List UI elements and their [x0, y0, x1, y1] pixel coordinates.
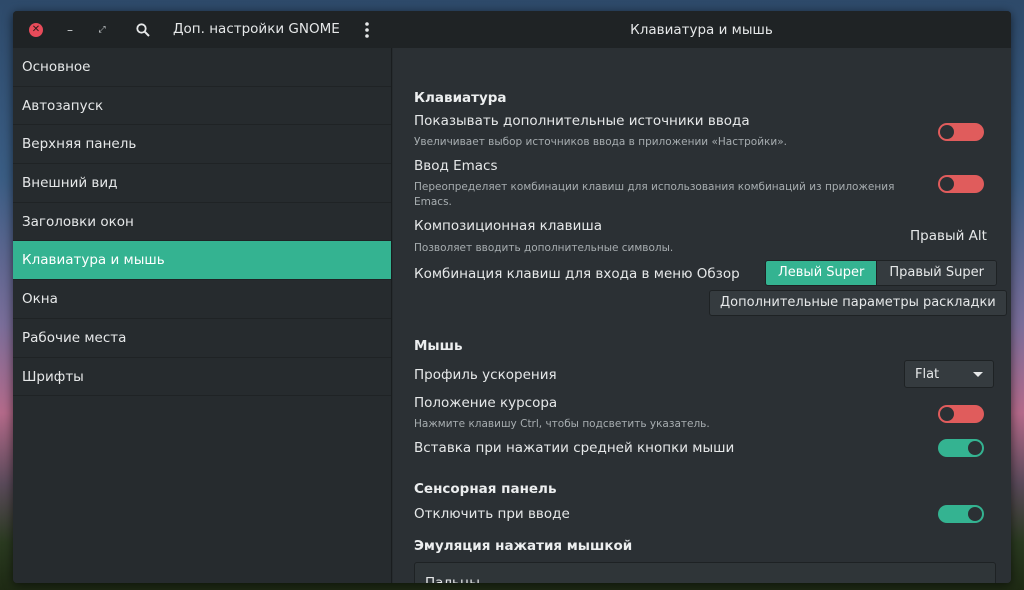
sidebar-item-windows[interactable]: Окна — [13, 280, 391, 319]
minimize-button[interactable]: – — [61, 11, 79, 48]
pointer-location-desc: Нажмите клавишу Ctrl, чтобы подсветить у… — [414, 418, 710, 430]
switch-knob — [940, 407, 954, 421]
sidebar-item-workspaces[interactable]: Рабочие места — [13, 319, 391, 358]
layout-options-button[interactable]: Дополнительные параметры раскладки — [709, 290, 1007, 316]
sidebar-header: ✕ – ⤢ Доп. настройки GNOME — [13, 11, 392, 48]
emacs-input-desc: Переопределяет комбинации клавиш для исп… — [414, 181, 895, 208]
overview-shortcut-group: Левый Super Правый Super — [765, 260, 997, 286]
pointer-location-label: Положение курсора — [414, 395, 558, 411]
click-emulation-fingers-option[interactable]: Пальцы — [415, 563, 995, 583]
sidebar: Основное Автозапуск Верхняя панель Внешн… — [13, 48, 392, 583]
touchpad-section-title: Сенсорная панель — [414, 481, 557, 497]
sidebar-item-window-titlebars[interactable]: Заголовки окон — [13, 203, 391, 242]
mouse-section-title: Мышь — [414, 338, 463, 354]
disable-while-typing-switch[interactable] — [938, 505, 984, 523]
extra-sources-label: Показывать дополнительные источники ввод… — [414, 113, 750, 129]
sidebar-item-keyboard-mouse[interactable]: Клавиатура и мышь — [13, 241, 391, 281]
page-title: Клавиатура и мышь — [630, 21, 773, 38]
sidebar-item-fonts[interactable]: Шрифты — [13, 358, 391, 397]
extra-sources-switch[interactable] — [938, 123, 984, 141]
switch-knob — [940, 177, 954, 191]
kebab-menu-icon — [365, 21, 369, 38]
switch-knob — [968, 441, 982, 455]
click-emulation-title: Эмуляция нажатия мышкой — [414, 538, 633, 554]
sidebar-item-appearance[interactable]: Внешний вид — [13, 164, 391, 203]
settings-panel: Клавиатура Показывать дополнительные ист… — [393, 48, 1011, 583]
close-icon: ✕ — [29, 22, 43, 37]
accel-profile-value: Flat — [915, 366, 940, 382]
pointer-location-switch[interactable] — [938, 405, 984, 423]
extra-sources-desc: Увеличивает выбор источников ввода в при… — [414, 136, 787, 148]
sidebar-item-top-bar[interactable]: Верхняя панель — [13, 125, 391, 165]
compose-key-desc: Позволяет вводить дополнительные символы… — [414, 242, 674, 254]
switch-knob — [940, 125, 954, 139]
close-button[interactable]: ✕ — [26, 11, 46, 48]
compose-key-label: Композиционная клавиша — [414, 218, 603, 234]
emacs-input-switch[interactable] — [938, 175, 984, 193]
keyboard-section-title: Клавиатура — [414, 90, 507, 106]
maximize-icon: ⤢ — [98, 24, 106, 35]
middle-click-paste-switch[interactable] — [938, 439, 984, 457]
sidebar-item-general[interactable]: Основное — [13, 48, 391, 87]
compose-key-value[interactable]: Правый Alt — [910, 228, 987, 244]
right-super-option[interactable]: Правый Super — [876, 261, 996, 285]
maximize-button[interactable]: ⤢ — [93, 11, 111, 48]
chevron-down-icon — [973, 371, 983, 377]
click-emulation-list: Пальцы — [414, 562, 996, 583]
sidebar-item-startup[interactable]: Автозапуск — [13, 87, 391, 126]
disable-while-typing-label: Отключить при вводе — [414, 506, 570, 522]
emacs-input-label: Ввод Emacs — [414, 158, 498, 174]
minimize-icon: – — [67, 22, 73, 37]
search-button[interactable] — [132, 11, 154, 48]
search-icon — [136, 22, 150, 37]
header-bar: ✕ – ⤢ Доп. настройки GNOME Клавиатура и … — [13, 11, 1011, 48]
switch-knob — [968, 507, 982, 521]
menu-button[interactable] — [357, 11, 377, 48]
left-super-option[interactable]: Левый Super — [766, 261, 877, 285]
tweaks-window: ✕ – ⤢ Доп. настройки GNOME Клавиатура и … — [13, 11, 1011, 583]
accel-profile-dropdown[interactable]: Flat — [904, 360, 994, 388]
app-title: Доп. настройки GNOME — [173, 21, 340, 37]
middle-click-paste-label: Вставка при нажатии средней кнопки мыши — [414, 440, 735, 456]
